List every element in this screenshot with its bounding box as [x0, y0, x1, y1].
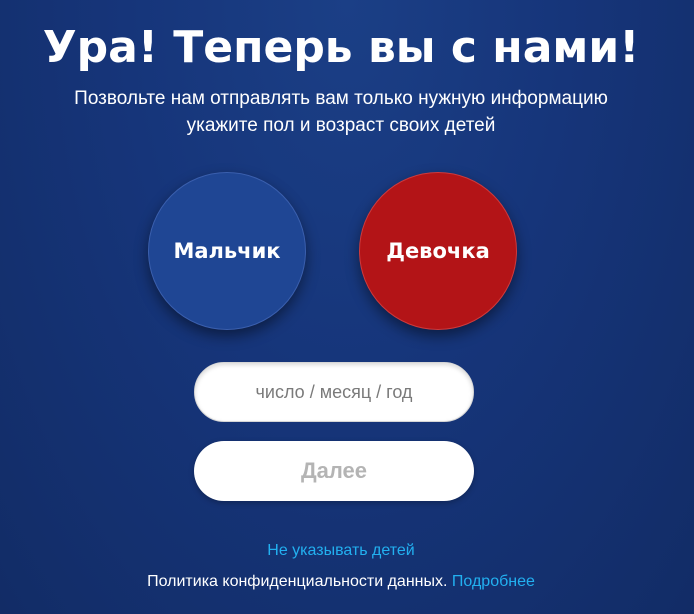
- privacy-notice: Политика конфиденциальности данных. Подр…: [0, 572, 682, 592]
- birthdate-input[interactable]: [194, 362, 474, 422]
- girl-button-label: Девочка: [386, 239, 490, 263]
- boy-button-label: Мальчик: [173, 239, 281, 263]
- privacy-more-link[interactable]: Подробнее: [452, 573, 535, 590]
- page-title: Ура! Теперь вы с нами!: [42, 22, 640, 73]
- privacy-text: Политика конфиденциальности данных.: [147, 573, 448, 590]
- subtitle-line-2: укажите пол и возраст своих детей: [186, 115, 496, 136]
- next-button[interactable]: Далее: [194, 441, 474, 501]
- girl-button[interactable]: Девочка: [359, 172, 517, 330]
- skip-children-link[interactable]: Не указывать детей: [0, 541, 682, 561]
- boy-button[interactable]: Мальчик: [148, 172, 306, 330]
- subtitle-line-1: Позвольте нам отправлять вам только нужн…: [74, 88, 608, 109]
